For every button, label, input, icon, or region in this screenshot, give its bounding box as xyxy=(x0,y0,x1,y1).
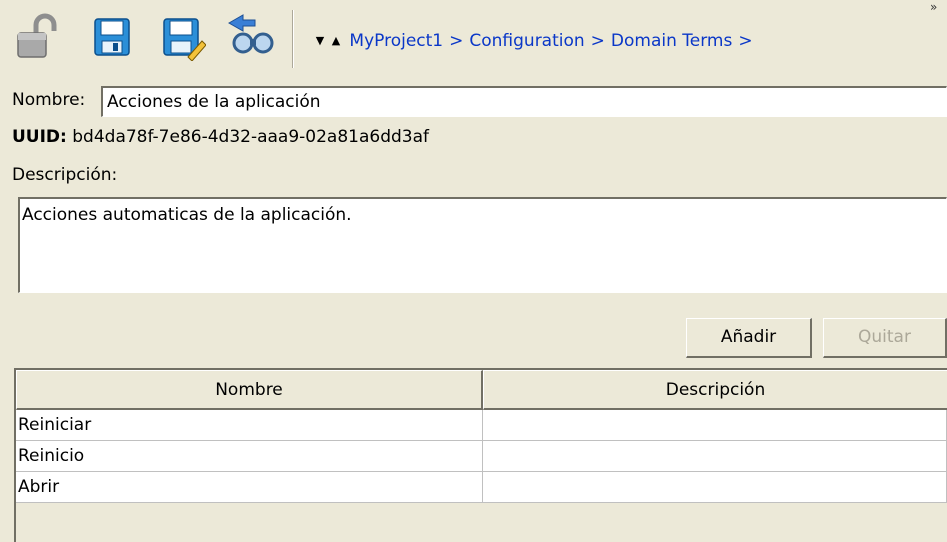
save-icon[interactable] xyxy=(89,11,137,61)
table-row[interactable]: Reinicio xyxy=(16,441,947,472)
name-field[interactable] xyxy=(101,86,947,117)
breadcrumb: ▼ ▲ MyProject1 > Configuration > Domain Terms… xyxy=(312,28,759,54)
cell-descripcion[interactable] xyxy=(483,410,947,441)
cell-nombre[interactable]: Reiniciar xyxy=(16,410,483,441)
breadcrumb-myproject1[interactable]: MyProject1 xyxy=(349,31,443,51)
nav-down-icon[interactable]: ▼ xyxy=(312,28,328,54)
uuid-value: bd4da78f-7e86-4d32-aaa9-02a81a6dd3af xyxy=(72,127,430,147)
cell-descripcion[interactable] xyxy=(483,441,947,472)
description-label: Descripción: xyxy=(12,165,118,185)
toolbar-separator xyxy=(292,10,294,68)
uuid-row: UUID: bd4da78f-7e86-4d32-aaa9-02a81a6dd3… xyxy=(12,127,429,147)
find-references-icon[interactable] xyxy=(225,11,274,61)
cell-descripcion[interactable] xyxy=(483,472,947,503)
remove-button[interactable]: Quitar xyxy=(823,318,947,358)
column-header-nombre[interactable]: Nombre xyxy=(16,370,483,410)
lock-open-icon[interactable] xyxy=(14,11,62,61)
terms-table: Nombre Descripción Reiniciar Reinicio Ab… xyxy=(14,368,947,542)
add-button[interactable]: Añadir xyxy=(686,318,812,358)
overflow-chevron-icon[interactable]: » xyxy=(930,0,937,14)
cell-nombre[interactable]: Reinicio xyxy=(16,441,483,472)
table-header: Nombre Descripción xyxy=(16,370,947,410)
cell-nombre[interactable]: Abrir xyxy=(16,472,483,503)
save-as-icon[interactable] xyxy=(158,11,207,62)
table-row[interactable]: Reiniciar xyxy=(16,410,947,441)
name-label: Nombre: xyxy=(12,90,86,110)
breadcrumb-configuration[interactable]: Configuration xyxy=(469,31,584,51)
description-field[interactable]: Acciones automaticas de la aplicación. xyxy=(18,197,947,293)
breadcrumb-domain-terms[interactable]: Domain Terms xyxy=(611,31,732,51)
nav-up-icon[interactable]: ▲ xyxy=(328,28,344,54)
column-header-descripcion[interactable]: Descripción xyxy=(483,370,947,410)
uuid-label: UUID: xyxy=(12,127,67,147)
table-row[interactable]: Abrir xyxy=(16,472,947,503)
